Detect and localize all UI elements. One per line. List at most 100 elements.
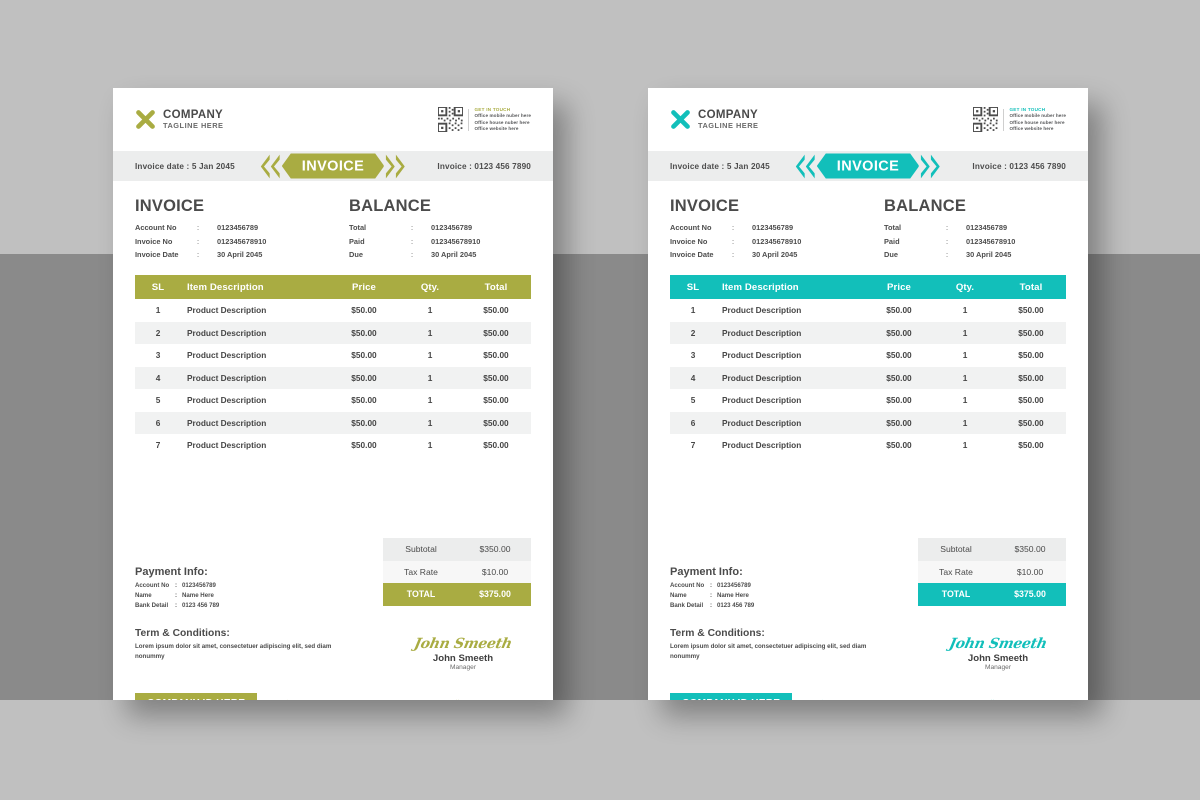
balance-row: Due : 30 April 2045 <box>884 250 1012 260</box>
cell-desc: Product Description <box>722 305 802 316</box>
cell-qty: 1 <box>427 350 433 361</box>
get-in-touch-line: Office mobile nuber here <box>474 113 531 119</box>
contact-mail[interactable]: Place your mail here <box>894 699 971 700</box>
cell-tot: $50.00 <box>483 305 509 316</box>
phone-icon <box>822 699 823 700</box>
x-mark-icon <box>671 110 690 129</box>
cell-desc: Product Description <box>187 350 267 361</box>
detail-row: Invoice Date : 30 April 2045 <box>670 250 798 260</box>
cell-qty: 1 <box>962 395 968 406</box>
cell-qty: 1 <box>962 440 968 451</box>
cell-qty: 1 <box>962 327 968 338</box>
detail-row: Invoice No : 012345678910 <box>670 236 802 246</box>
cell-qty: 1 <box>962 350 968 361</box>
detail-row: Invoice Date : 30 April 2045 <box>135 250 263 260</box>
table-row: 7 Product Description $50.00 1 $50.00 <box>670 434 1066 457</box>
invoice-details-block: INVOICE Account No : 0123456789 Invoice … <box>670 197 868 262</box>
cell-price: $50.00 <box>351 372 377 383</box>
cell-sl: 6 <box>690 417 696 428</box>
contact-web[interactable]: Place your web here <box>453 699 530 700</box>
detail-row: Account No : 0123456789 <box>670 223 794 232</box>
sheet-header: COMPANY TAGLINE HERE GET IN TOUCH Office… <box>113 88 553 151</box>
cell-sl: 3 <box>690 350 696 361</box>
contact-mail[interactable]: Place your mail here <box>359 699 436 700</box>
get-in-touch-line: Office website here <box>1009 125 1054 131</box>
footer-bar: COMPANY ID HERE 0123 456 7890 Place your… <box>670 693 1066 700</box>
table-row: 1 Product Description $50.00 1 $50.00 <box>670 299 1066 322</box>
items-table: SL Item Description Price Qty. Total 1 Pr… <box>135 275 531 457</box>
cell-qty: 1 <box>962 417 968 428</box>
cell-price: $50.00 <box>351 440 377 451</box>
cell-qty: 1 <box>427 395 433 406</box>
brand-tagline: TAGLINE HERE <box>698 120 759 130</box>
invoice-details-title: INVOICE <box>670 197 740 215</box>
signature-script: John Smeeth <box>947 636 1049 652</box>
payment-info-block: Payment Info: Account No : 0123456789 Na… <box>135 566 219 611</box>
cell-qty: 1 <box>427 417 433 428</box>
contact-web[interactable]: Place your web here <box>988 699 1065 700</box>
payment-info-title: Payment Info: <box>670 566 743 578</box>
cell-price: $50.00 <box>351 417 377 428</box>
divider <box>1003 108 1005 131</box>
balance-row: Due : 30 April 2045 <box>349 250 477 260</box>
invoice-date: Invoice date : 5 Jan 2045 <box>670 161 770 171</box>
contact-phone[interactable]: 0123 456 7890 <box>820 699 877 700</box>
envelope-icon <box>894 699 903 700</box>
cell-sl: 1 <box>690 305 696 316</box>
cell-tot: $50.00 <box>1018 350 1044 361</box>
totals-row-tax: Tax Rate $10.00 <box>383 560 531 583</box>
cell-tot: $50.00 <box>1018 440 1044 451</box>
balance-title: BALANCE <box>884 197 967 215</box>
cell-tot: $50.00 <box>1018 372 1044 383</box>
globe-icon <box>991 699 995 700</box>
signature-block: John Smeeth John Smeeth Manager <box>938 636 1058 671</box>
globe-icon <box>456 699 460 700</box>
invoice-sheet-teal: COMPANY TAGLINE HERE GET IN TOUCH Office… <box>648 88 1088 700</box>
divider <box>468 108 470 131</box>
cell-sl: 7 <box>690 440 696 451</box>
chevron-left-icon <box>260 154 280 178</box>
get-in-touch-line: Office house nuber here <box>474 119 530 125</box>
company-id-button[interactable]: COMPANY ID HERE <box>135 693 258 700</box>
table-row: 6 Product Description $50.00 1 $50.00 <box>670 411 1066 435</box>
table-row: 1 Product Description $50.00 1 $50.00 <box>135 299 531 322</box>
cell-tot: $50.00 <box>483 372 509 383</box>
col-header-total: Total <box>484 281 508 293</box>
company-id-button[interactable]: COMPANY ID HERE <box>670 693 793 700</box>
items-table: SL Item Description Price Qty. Total 1 Pr… <box>670 275 1066 457</box>
col-header-qty: Qty. <box>420 281 440 293</box>
brand-logo: COMPANY TAGLINE HERE <box>135 109 223 130</box>
payment-row: Name : Name Here <box>670 592 749 600</box>
terms-block: Term & Conditions: Lorem ipsum dolor sit… <box>135 628 345 663</box>
cell-sl: 4 <box>155 372 161 383</box>
invoice-ribbon-label: INVOICE <box>817 154 919 179</box>
totals-block: Subtotal $350.00 Tax Rate $10.00 TOTAL $… <box>383 538 531 606</box>
invoice-details-block: INVOICE Account No : 0123456789 Invoice … <box>135 197 333 262</box>
table-row: 2 Product Description $50.00 1 $50.00 <box>135 321 531 345</box>
contact-phone[interactable]: 0123 456 7890 <box>285 699 342 700</box>
col-header-desc: Item Description <box>722 281 799 293</box>
payment-row: Account No : 0123456789 <box>670 582 751 589</box>
terms-block: Term & Conditions: Lorem ipsum dolor sit… <box>670 628 880 663</box>
cell-price: $50.00 <box>351 327 377 338</box>
col-header-price: Price <box>887 281 911 293</box>
cell-desc: Product Description <box>722 350 802 361</box>
get-in-touch-line: Office house nuber here <box>1009 119 1065 125</box>
payment-row: Account No : 0123456789 <box>135 582 216 589</box>
cell-price: $50.00 <box>886 350 912 361</box>
get-in-touch-block: GET IN TOUCH Office mobile nuber here Of… <box>973 107 1066 132</box>
cell-sl: 5 <box>155 395 161 406</box>
cell-desc: Product Description <box>187 372 267 383</box>
cell-desc: Product Description <box>187 327 267 338</box>
cell-tot: $50.00 <box>483 417 509 428</box>
cell-price: $50.00 <box>351 395 377 406</box>
cell-qty: 1 <box>427 305 433 316</box>
terms-body: Lorem ipsum dolor sit amet, consectetuer… <box>670 643 867 661</box>
detail-row: Invoice No : 012345678910 <box>135 236 267 246</box>
payment-info-title: Payment Info: <box>135 566 208 578</box>
terms-title: Term & Conditions: <box>670 628 765 639</box>
cell-desc: Product Description <box>187 417 267 428</box>
invoice-number: Invoice : 0123 456 7890 <box>972 161 1066 171</box>
balance-row: Total : 0123456789 <box>884 223 1008 232</box>
terms-body: Lorem ipsum dolor sit amet, consectetuer… <box>135 643 332 661</box>
